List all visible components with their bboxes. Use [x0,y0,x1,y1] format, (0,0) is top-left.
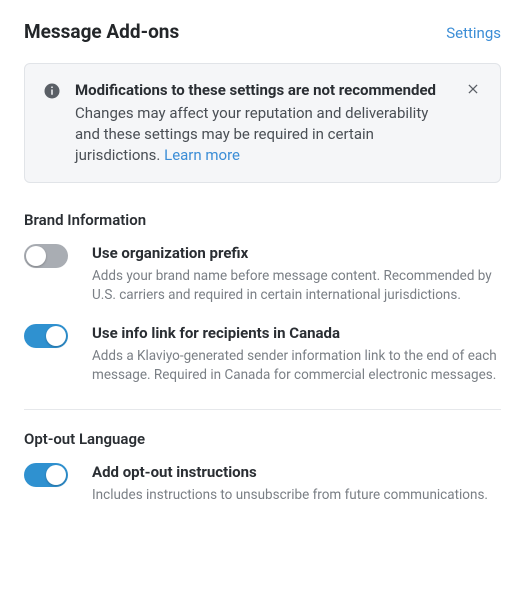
toggle-opt-out-instructions[interactable] [24,463,68,487]
page-header: Message Add-ons Settings [24,20,501,43]
setting-desc: Includes instructions to unsubscribe fro… [92,486,501,505]
info-icon [43,82,61,104]
banner-title: Modifications to these settings are not … [75,80,450,101]
setting-desc: Adds a Klaviyo-generated sender informat… [92,347,501,385]
warning-banner: Modifications to these settings are not … [24,63,501,183]
brand-information-section: Brand Information Use organization prefi… [24,211,501,403]
toggle-org-prefix[interactable] [24,244,68,268]
banner-learn-more-link[interactable]: Learn more [164,146,240,164]
banner-body: Changes may affect your reputation and d… [75,104,428,164]
setting-title: Use organization prefix [92,243,501,263]
page-title: Message Add-ons [24,20,179,43]
setting-row-opt-out: Add opt-out instructions Includes instru… [24,462,501,523]
toggle-info-link-canada[interactable] [24,324,68,348]
banner-close-button[interactable] [464,80,482,98]
setting-desc: Adds your brand name before message cont… [92,267,501,305]
section-heading-optout: Opt-out Language [24,430,501,448]
section-divider [24,409,501,410]
section-heading-brand: Brand Information [24,211,501,229]
opt-out-language-section: Opt-out Language Add opt-out instruction… [24,430,501,523]
settings-link[interactable]: Settings [446,24,501,42]
banner-text: Modifications to these settings are not … [75,80,450,166]
setting-title: Use info link for recipients in Canada [92,323,501,343]
setting-row-info-link-canada: Use info link for recipients in Canada A… [24,323,501,403]
close-icon [466,82,480,96]
setting-title: Add opt-out instructions [92,462,501,482]
setting-row-org-prefix: Use organization prefix Adds your brand … [24,243,501,323]
